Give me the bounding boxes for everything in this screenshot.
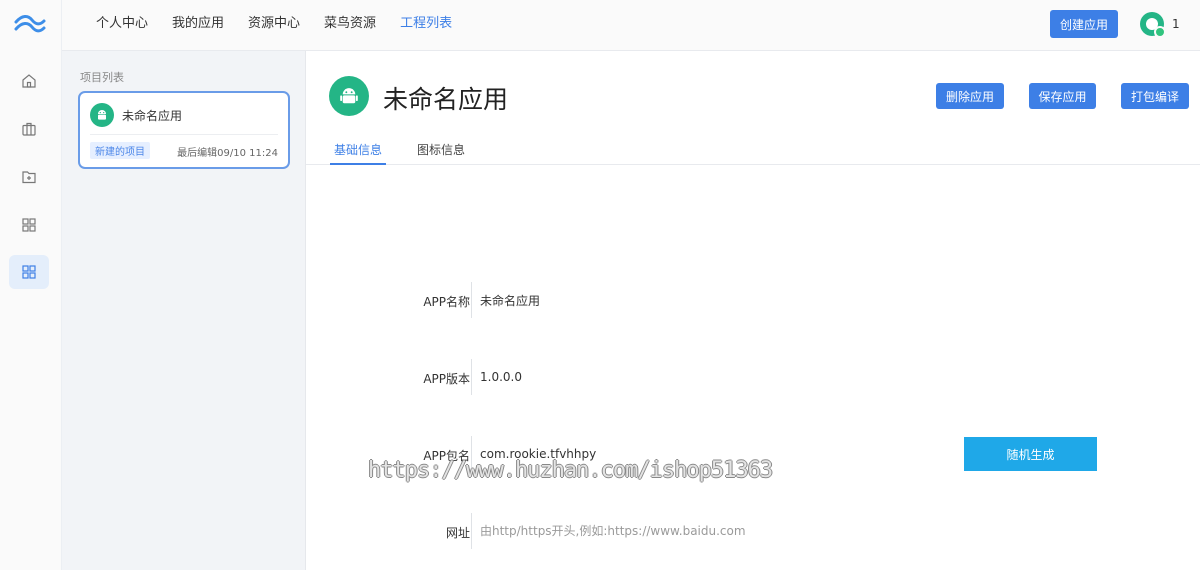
project-card[interactable]: 未命名应用 新建的项目 最后编辑09/10 11:24 [78, 91, 290, 169]
nav-resource-center[interactable]: 资源中心 [248, 0, 300, 51]
rail-grid-button[interactable] [9, 208, 49, 242]
app-version-input[interactable] [480, 370, 880, 384]
rail-home-button[interactable] [9, 64, 49, 98]
last-edit-time: 最后编辑09/10 11:24 [177, 148, 278, 159]
tab-bar: 基础信息 图标信息 [306, 135, 1200, 165]
nav-my-apps[interactable]: 我的应用 [172, 0, 224, 51]
field-divider [471, 513, 472, 549]
tab-icon-info[interactable]: 图标信息 [417, 141, 465, 165]
field-divider [471, 282, 472, 318]
watermark: https://www.huzhan.com/ishop51363 [368, 458, 773, 483]
delete-app-button[interactable]: 删除应用 [936, 83, 1004, 109]
rail-apps-button[interactable] [9, 112, 49, 146]
panel-title: 项目列表 [80, 71, 124, 84]
android-icon [90, 103, 114, 127]
avatar-count: 1 [1172, 17, 1180, 31]
apps-grid-icon [22, 218, 36, 232]
nav-project-list[interactable]: 工程列表 [400, 0, 452, 51]
app-name-label: APP名称 [423, 295, 470, 309]
tab-basic-info[interactable]: 基础信息 [330, 141, 386, 165]
home-icon [22, 74, 36, 88]
form-row-app-version: APP版本 [306, 359, 1200, 395]
android-icon [329, 76, 369, 116]
url-input[interactable] [480, 524, 880, 538]
field-divider [471, 359, 472, 395]
rail-projects-button[interactable] [9, 255, 49, 289]
status-badge: 新建的项目 [90, 142, 150, 159]
build-app-button[interactable]: 打包编译 [1121, 83, 1189, 109]
top-nav: 个人中心 我的应用 资源中心 菜鸟资源 工程列表 [96, 0, 476, 51]
project-list-panel: 项目列表 未命名应用 新建的项目 最后编辑09/10 11:24 [62, 51, 306, 570]
create-app-button[interactable]: 创建应用 [1050, 10, 1118, 38]
apps-grid-icon [22, 265, 36, 279]
app-version-label: APP版本 [423, 372, 470, 386]
card-divider [90, 134, 278, 135]
page-title: 未命名应用 [383, 85, 509, 114]
briefcase-icon [22, 122, 36, 136]
top-bar: 个人中心 我的应用 资源中心 菜鸟资源 工程列表 创建应用 1 [62, 0, 1200, 51]
avatar[interactable] [1140, 12, 1166, 38]
avatar-ring-icon [1146, 18, 1158, 30]
project-card-name: 未命名应用 [122, 109, 183, 123]
app-name-input[interactable] [480, 293, 880, 307]
form-row-app-name: APP名称 [306, 282, 1200, 318]
nav-rookie-resources[interactable]: 菜鸟资源 [324, 0, 376, 51]
url-label: 网址 [445, 526, 470, 540]
form-row-url: 网址 [306, 513, 1200, 549]
save-app-button[interactable]: 保存应用 [1029, 83, 1096, 109]
logo-icon[interactable] [12, 12, 48, 36]
left-rail [0, 0, 62, 570]
folder-add-icon [22, 171, 36, 184]
rail-resources-button[interactable] [9, 160, 49, 194]
random-generate-button[interactable]: 随机生成 [964, 437, 1097, 471]
nav-personal-center[interactable]: 个人中心 [96, 0, 148, 51]
